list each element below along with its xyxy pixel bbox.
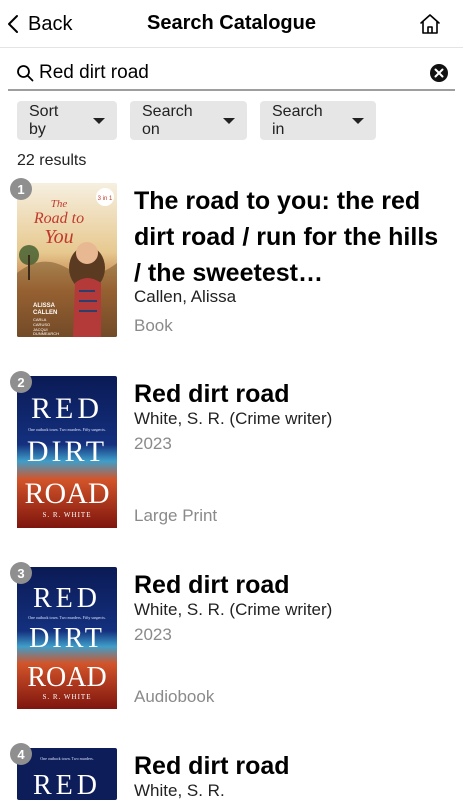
cover-author: ALISSA — [33, 303, 56, 309]
cover-art: 3 in 1 The Road to You ALISSA CALLEN CAR… — [17, 183, 117, 337]
cover-word: DIRT — [29, 623, 105, 654]
caret-down-icon — [352, 117, 364, 124]
result-index-badge: 4 — [10, 743, 32, 765]
result-item[interactable]: 4 One outback town. Two murders. RED Red… — [0, 743, 463, 800]
result-index-badge: 2 — [10, 371, 32, 393]
result-item[interactable]: 2 RED One outback town. Two murders. Fif… — [0, 371, 463, 556]
cover-word: RED — [33, 583, 101, 614]
caret-down-icon — [93, 117, 105, 124]
book-cover: RED One outback town. Two murders. Fifty… — [17, 376, 117, 530]
result-title: Red dirt road — [134, 571, 290, 599]
cover-word: ROAD — [24, 477, 109, 510]
search-on-dropdown[interactable]: Search on — [130, 101, 247, 140]
cover-art: RED One outback town. Two murders. Fifty… — [17, 567, 117, 709]
result-format: Large Print — [134, 506, 218, 525]
cover-word: ROAD — [27, 662, 106, 693]
magnifier-icon — [17, 65, 34, 82]
search-input[interactable] — [39, 59, 419, 87]
cover-art: RED One outback town. Two murders. Fifty… — [17, 376, 117, 528]
page-title: Search Catalogue — [147, 12, 316, 34]
result-index-badge: 1 — [10, 178, 32, 200]
result-author: White, S. R. — [134, 781, 225, 800]
cover-title-line: You — [44, 226, 73, 248]
filter-bar: Sort by Search on Search in — [17, 101, 376, 140]
cover-title-line: Road to — [33, 210, 84, 227]
book-cover: RED One outback town. Two murders. Fifty… — [17, 567, 117, 721]
cover-art: One outback town. Two murders. RED — [17, 748, 117, 800]
cover-tagline: One outback town. Two murders. Fifty sus… — [28, 615, 106, 620]
result-year: 2023 — [134, 625, 172, 644]
cover-title-line: The — [51, 198, 68, 210]
filter-label: Search in — [272, 102, 323, 138]
result-title: Red dirt road — [134, 380, 290, 408]
sort-by-dropdown[interactable]: Sort by — [17, 101, 117, 140]
home-icon[interactable] — [418, 12, 442, 36]
book-cover: One outback town. Two murders. RED — [17, 748, 117, 800]
cover-tagline: One outback town. Two murders. Fifty sus… — [28, 427, 106, 432]
search-bar — [8, 55, 455, 91]
cover-author: DUNMEARCH — [33, 331, 59, 336]
book-cover: 3 in 1 The Road to You ALISSA CALLEN CAR… — [17, 183, 117, 337]
result-format: Book — [134, 316, 173, 335]
nav-bar: Back Search Catalogue — [0, 0, 463, 48]
result-item[interactable]: 1 3 in 1 The Road to You ALISSA CALLEN C… — [0, 178, 463, 363]
cover-author: S. R. WHITE — [43, 693, 92, 701]
caret-down-icon — [223, 117, 235, 124]
cover-word: RED — [33, 770, 101, 800]
result-author: Callen, Alissa — [134, 287, 237, 306]
result-year: 2023 — [134, 434, 172, 453]
results-count: 22 results — [17, 152, 87, 169]
result-index-badge: 3 — [10, 562, 32, 584]
cover-word: RED — [31, 392, 103, 425]
result-author: White, S. R. (Crime writer) — [134, 600, 333, 619]
result-title: Red dirt road — [134, 752, 290, 780]
search-in-dropdown[interactable]: Search in — [260, 101, 376, 140]
filter-label: Sort by — [29, 102, 59, 138]
result-format: Audiobook — [134, 687, 215, 706]
result-author: White, S. R. (Crime writer) — [134, 409, 333, 428]
cover-word: DIRT — [27, 435, 107, 468]
cover-author: CALLEN — [33, 310, 57, 316]
cover-sticker: 3 in 1 — [98, 196, 113, 202]
result-item[interactable]: 3 RED One outback town. Two murders. Fif… — [0, 562, 463, 747]
clear-circle-icon[interactable] — [429, 63, 449, 83]
cover-tagline: One outback town. Two murders. — [40, 756, 93, 761]
cover-author: S. R. WHITE — [43, 511, 92, 519]
filter-label: Search on — [142, 102, 193, 138]
result-title: The road to you: the red dirt road / run… — [134, 187, 439, 287]
